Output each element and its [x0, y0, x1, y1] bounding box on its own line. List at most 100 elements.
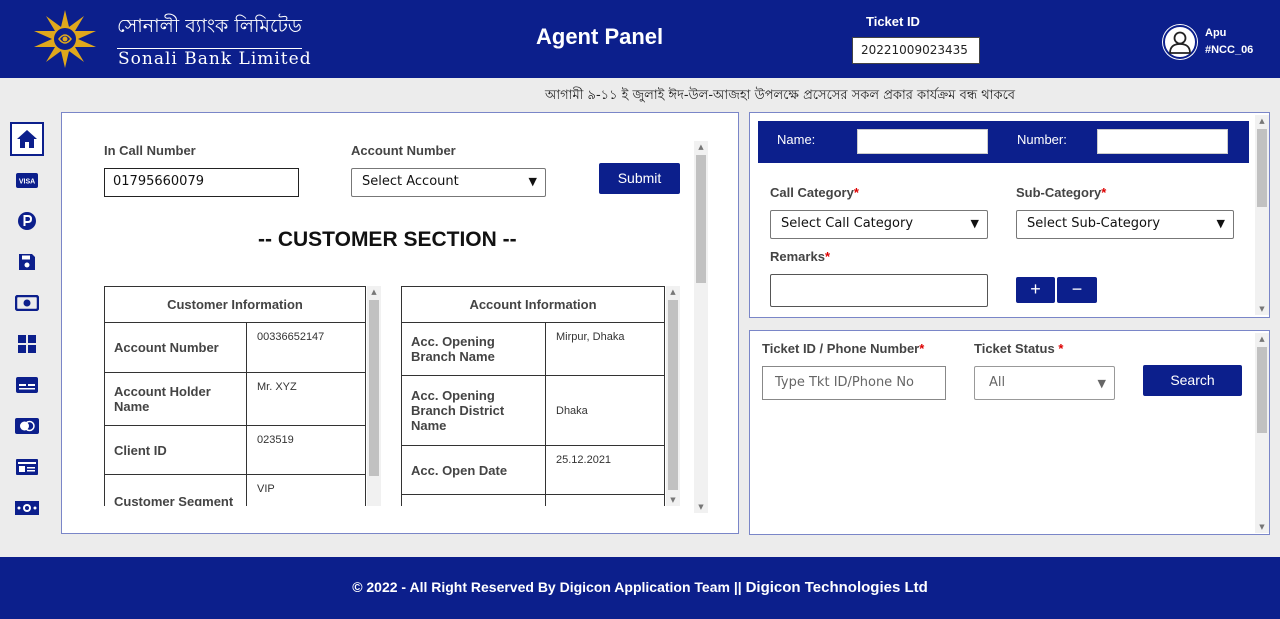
in-call-number-label: In Call Number [104, 143, 196, 158]
account-number-select-value: Select Account [362, 174, 459, 189]
ticket-search-scrollbar[interactable]: ▲ ▼ [1255, 333, 1269, 533]
call-category-select[interactable]: Select Call Category ▼ [770, 210, 988, 239]
user-avatar-icon[interactable] [1163, 25, 1197, 59]
open-date-key: Acc. Open Date [401, 445, 546, 495]
account-number-value: 00336652147 [246, 322, 366, 373]
table-row: Account Number 00336652147 [104, 322, 366, 373]
table-row: Acc. Opening Branch District Name Dhaka [401, 375, 665, 446]
scroll-up-icon[interactable]: ▲ [694, 141, 708, 153]
ticket-phone-input[interactable]: Type Tkt ID/Phone No [762, 366, 946, 400]
customer-info-table: Customer Information Account Number 0033… [104, 286, 366, 506]
save-icon [19, 254, 35, 270]
scroll-down-icon[interactable]: ▼ [694, 501, 708, 513]
home-icon [17, 130, 37, 148]
ticket-status-select[interactable]: All ▼ [974, 366, 1115, 400]
scroll-up-icon[interactable]: ▲ [1255, 333, 1269, 345]
footer-company: Digicon Technologies Ltd [745, 579, 928, 596]
branch-district-key: Acc. Opening Branch District Name [401, 375, 546, 446]
branch-district-value: Dhaka [545, 375, 665, 446]
account-info-container: Account Information Acc. Opening Branch … [401, 286, 680, 506]
card-icon [16, 377, 38, 393]
account-info-table: Account Information Acc. Opening Branch … [401, 286, 665, 506]
branch-name-key: Acc. Opening Branch Name [401, 322, 546, 376]
call-category-select-value: Select Call Category [781, 216, 914, 231]
account-number-label: Account Number [351, 143, 456, 158]
number-input[interactable] [1097, 129, 1228, 154]
remarks-label: Remarks* [770, 249, 830, 264]
page-title: Agent Panel [536, 24, 664, 49]
account-number-select[interactable]: Select Account ▼ [351, 168, 546, 197]
caller-info-band: Name: Number: [758, 121, 1249, 163]
ticket-id-field[interactable]: 20221009023435 [852, 37, 980, 64]
scroll-thumb[interactable] [668, 300, 678, 490]
id-card-icon [16, 459, 38, 475]
scroll-thumb[interactable] [696, 155, 706, 283]
customer-segment-key: Customer Segment [104, 474, 247, 506]
ticket-phone-label: Ticket ID / Phone Number* [762, 341, 925, 356]
chevron-down-icon: ▼ [1097, 377, 1106, 390]
submit-button[interactable]: Submit [599, 163, 680, 194]
cash-icon [15, 295, 39, 311]
client-id-value: 023519 [246, 425, 366, 475]
ticket-form-scrollbar[interactable]: ▲ ▼ [1255, 115, 1269, 315]
scroll-up-icon[interactable]: ▲ [666, 286, 680, 298]
sidebar-item-money[interactable] [10, 491, 44, 525]
sidebar-item-mastercard[interactable] [10, 409, 44, 443]
open-date-value: 25.12.2021 [545, 445, 665, 495]
account-info-scrollbar[interactable]: ▲ ▼ [666, 286, 680, 506]
grid-icon [18, 335, 36, 353]
sidebar-item-save[interactable] [10, 245, 44, 279]
remove-button[interactable]: − [1057, 277, 1097, 303]
footer: © 2022 - All Right Reserved By Digicon A… [0, 557, 1280, 619]
sidebar-item-home[interactable] [10, 122, 44, 156]
ticket-id-label: Ticket ID [866, 14, 920, 29]
brand-name-bangla: সোনালী ব্যাংক লিমিটেড [117, 12, 302, 49]
sidebar-item-cash[interactable] [10, 286, 44, 320]
add-button[interactable]: + [1016, 277, 1055, 303]
chevron-down-icon: ▼ [528, 175, 537, 188]
scroll-up-icon[interactable]: ▲ [367, 286, 381, 298]
customer-section-title: -- CUSTOMER SECTION -- [258, 228, 517, 251]
account-info-header: Account Information [401, 286, 665, 323]
name-input[interactable] [857, 129, 988, 154]
ticket-status-label: Ticket Status * [974, 341, 1064, 356]
mastercard-icon [15, 418, 39, 434]
sidebar-item-grid[interactable] [10, 327, 44, 361]
money-icon [15, 501, 39, 515]
parking-icon [18, 212, 36, 230]
sidebar-item-visa[interactable]: VISA [10, 163, 44, 197]
scroll-thumb[interactable] [1257, 347, 1267, 433]
customer-segment-value: VIP [246, 474, 366, 506]
scroll-down-icon[interactable]: ▼ [1255, 521, 1269, 533]
sidebar-item-card[interactable] [10, 368, 44, 402]
call-category-label: Call Category* [770, 185, 859, 200]
ticket-phone-placeholder: Type Tkt ID/Phone No [775, 375, 914, 390]
scroll-up-icon[interactable]: ▲ [1255, 115, 1269, 127]
sub-category-select[interactable]: Select Sub-Category ▼ [1016, 210, 1234, 239]
in-call-number-field[interactable]: 01795660079 [104, 168, 299, 197]
user-code: #NCC_06 [1205, 44, 1254, 56]
scroll-down-icon[interactable]: ▼ [1255, 303, 1269, 315]
table-row: Customer Segment VIP [104, 474, 366, 506]
table-row [401, 494, 665, 506]
customer-info-container: Customer Information Account Number 0033… [104, 286, 381, 506]
sidebar-item-parking[interactable] [10, 204, 44, 238]
chevron-down-icon: ▼ [970, 217, 979, 230]
scroll-thumb[interactable] [369, 300, 379, 476]
sub-category-select-value: Select Sub-Category [1027, 216, 1161, 231]
scroll-down-icon[interactable]: ▼ [666, 494, 680, 506]
ticket-status-select-value: All [989, 375, 1006, 390]
scroll-thumb[interactable] [1257, 129, 1267, 207]
remarks-textarea[interactable] [770, 274, 988, 307]
user-name: Apu [1205, 27, 1227, 39]
search-button[interactable]: Search [1143, 365, 1242, 396]
sidebar-item-id-card[interactable] [10, 450, 44, 484]
customer-info-scrollbar[interactable]: ▲ [367, 286, 381, 506]
user-icon [1169, 31, 1191, 54]
sidebar: VISA [10, 122, 44, 532]
table-row: Acc. Opening Branch Name Mirpur, Dhaka [401, 322, 665, 376]
visa-icon: VISA [16, 172, 38, 188]
name-label: Name: [777, 132, 816, 147]
sonali-bank-logo [34, 10, 96, 68]
panel-scrollbar[interactable]: ▲ ▼ [694, 141, 708, 513]
